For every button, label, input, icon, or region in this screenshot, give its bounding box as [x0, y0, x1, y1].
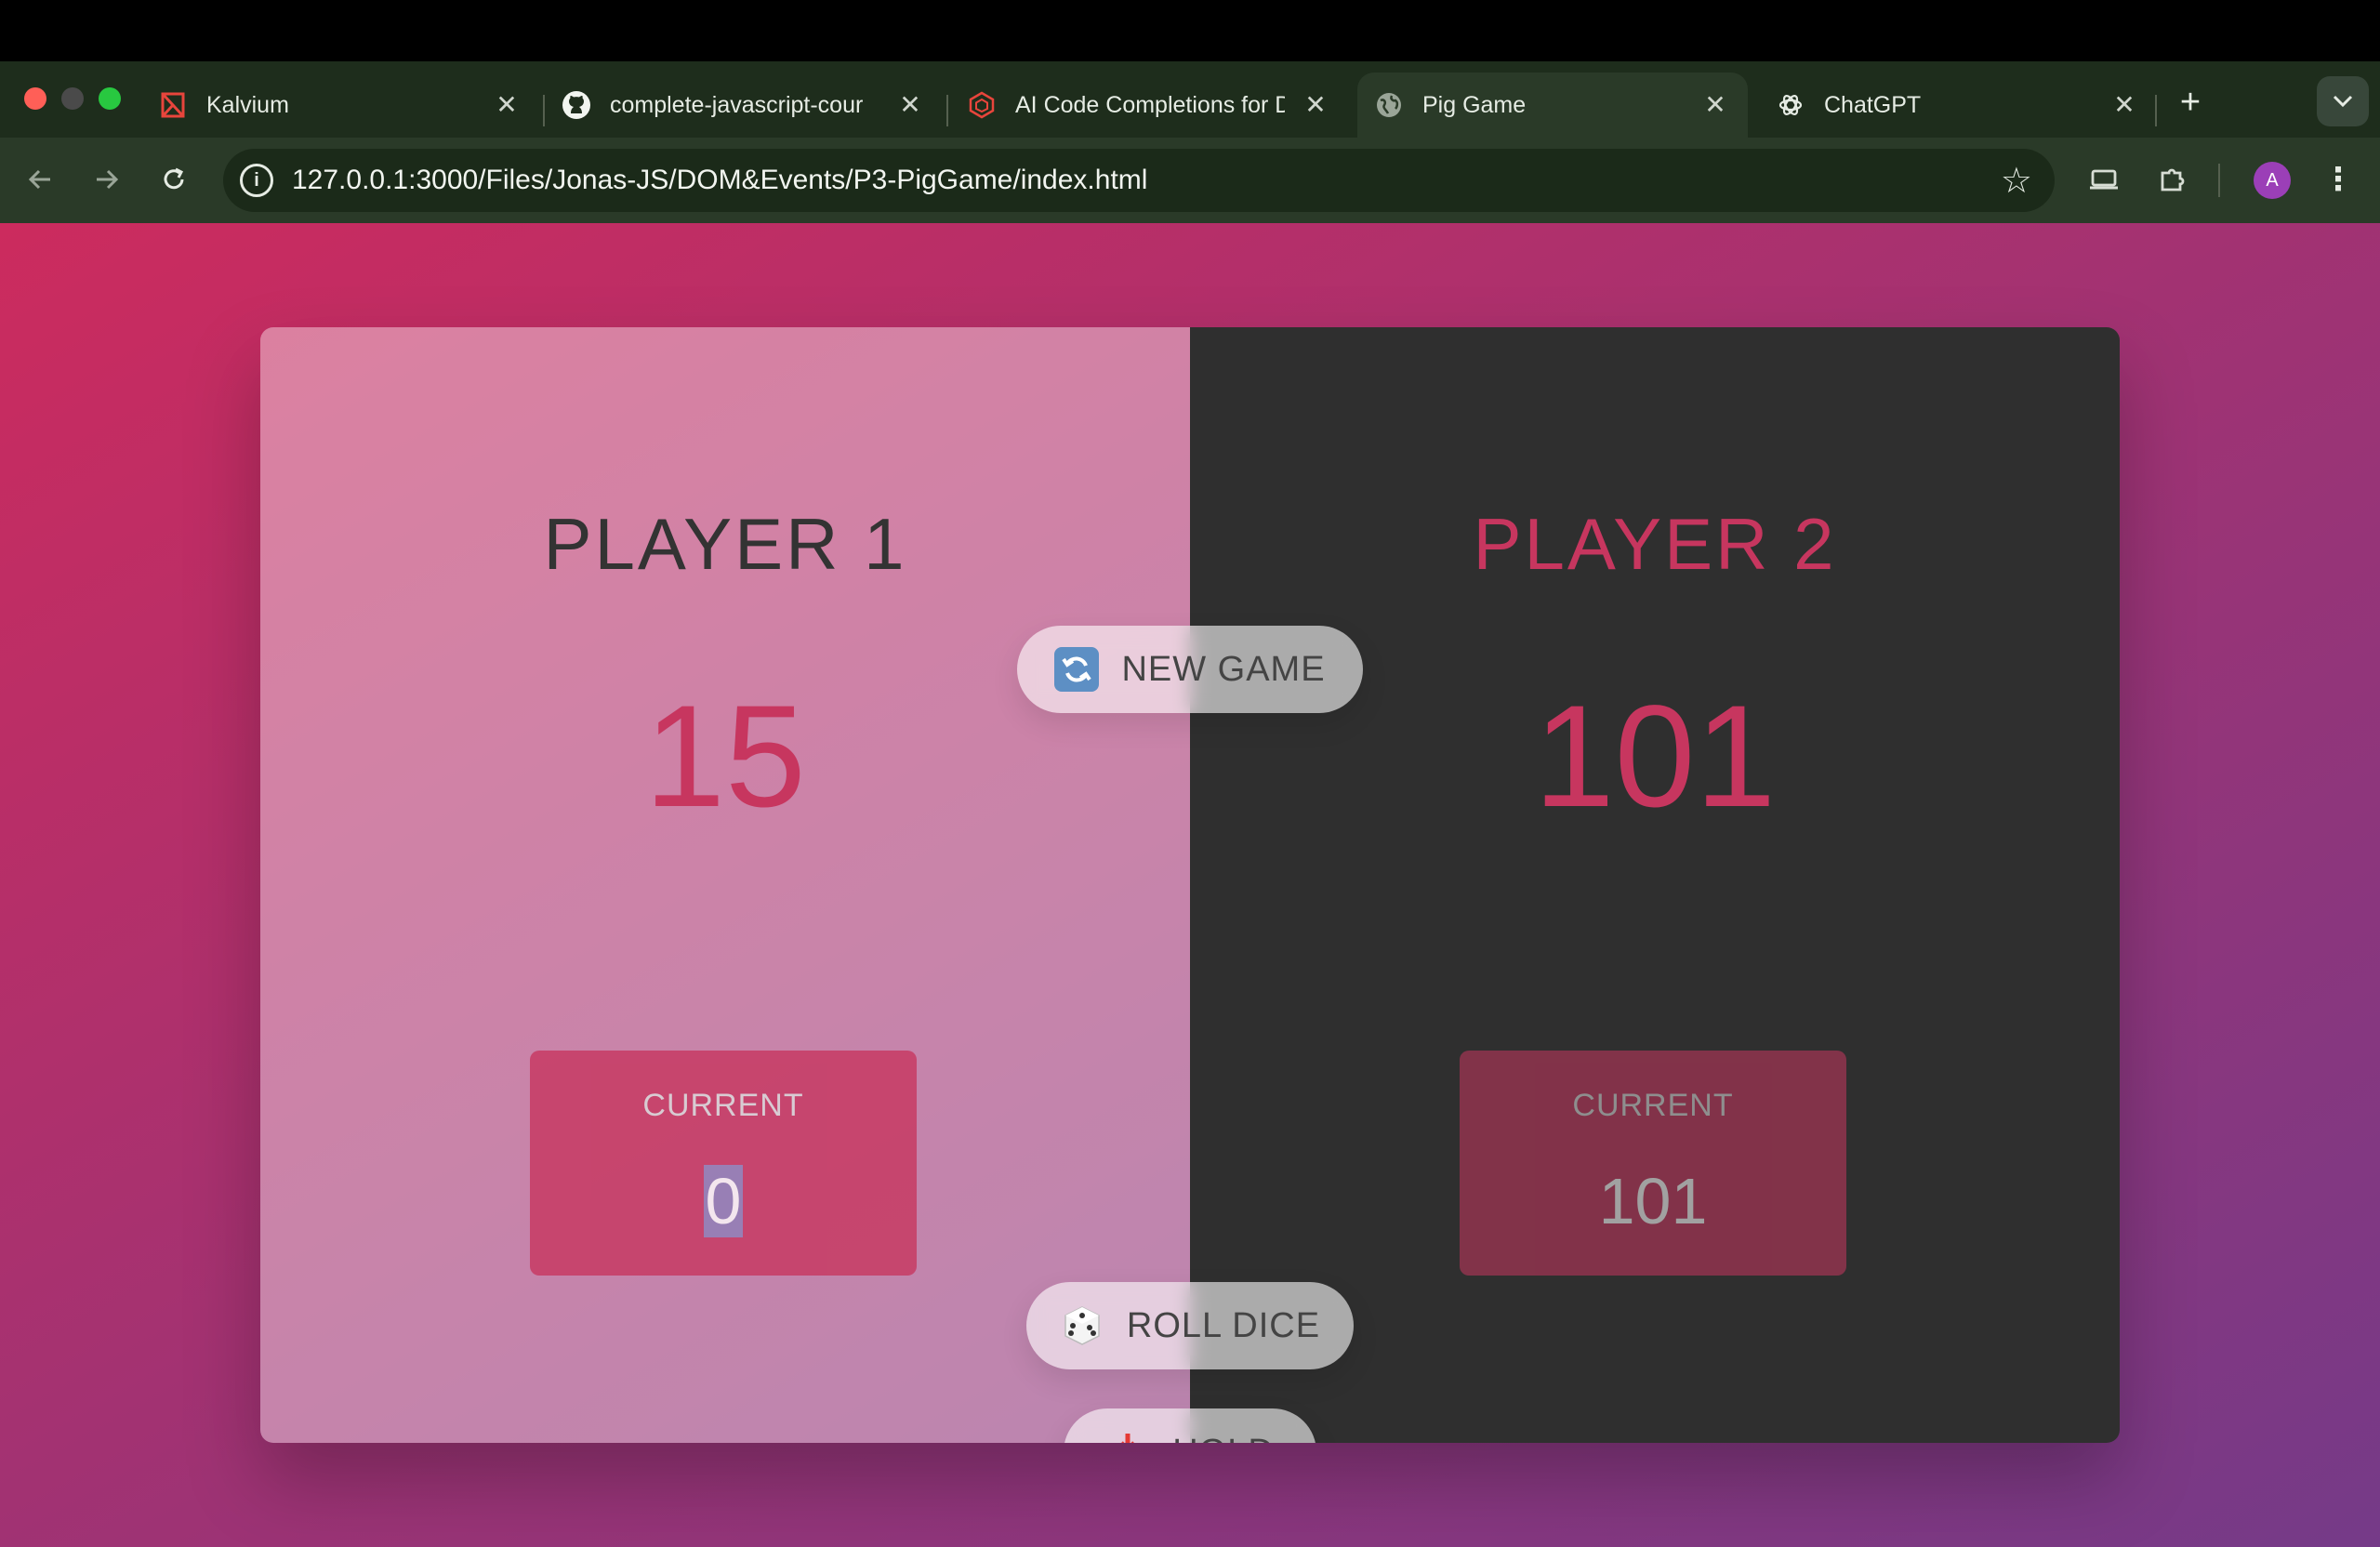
minimize-window-button[interactable]	[61, 87, 84, 110]
player-2-panel: PLAYER 2 101 CURRENT 101	[1190, 327, 2120, 1443]
tab-codeium[interactable]: AI Code Completions for D ✕	[967, 73, 1348, 138]
tab-pig-game[interactable]: Pig Game ✕	[1357, 73, 1748, 138]
close-icon[interactable]: ✕	[1302, 91, 1329, 119]
tab-kalvium[interactable]: Kalvium ✕	[158, 73, 539, 138]
tab-search-button[interactable]	[2317, 76, 2369, 126]
roll-dice-button[interactable]: ROLL DICE	[1026, 1282, 1354, 1369]
player-1-score: 15	[644, 675, 806, 838]
cast-icon[interactable]	[2082, 158, 2125, 201]
tab-strip: Kalvium ✕ complete-javascript-cour ✕ AI …	[0, 61, 2380, 138]
player-2-name: PLAYER 2	[1473, 503, 1837, 585]
current-label: CURRENT	[1572, 1088, 1734, 1123]
selected-text: 0	[703, 1165, 744, 1237]
arrow-right-icon	[97, 169, 119, 190]
tab-chatgpt[interactable]: ChatGPT ✕	[1776, 73, 2157, 138]
tab-title: Kalvium	[206, 91, 289, 118]
browser-toolbar: i 127.0.0.1:3000/Files/Jonas-JS/DOM&Even…	[0, 138, 2380, 223]
tab-divider	[2155, 95, 2157, 126]
roll-dice-label: ROLL DICE	[1126, 1305, 1321, 1345]
tab-title: AI Code Completions for D	[1015, 91, 1285, 118]
site-info-icon[interactable]: i	[240, 164, 273, 197]
refresh-icon	[1054, 647, 1100, 692]
macos-menu-bar	[0, 0, 2380, 61]
current-label: CURRENT	[642, 1088, 804, 1123]
reload-button[interactable]	[152, 158, 195, 201]
maximize-window-button[interactable]	[99, 87, 121, 110]
codeium-icon	[967, 90, 997, 120]
close-window-button[interactable]	[24, 87, 46, 110]
hold-button[interactable]: HOLD	[1064, 1408, 1316, 1443]
tab-github[interactable]: complete-javascript-cour ✕	[562, 73, 943, 138]
new-game-label: NEW GAME	[1121, 649, 1326, 689]
back-button[interactable]	[19, 158, 61, 201]
tab-divider	[543, 95, 545, 126]
close-icon[interactable]: ✕	[493, 91, 521, 119]
globe-icon	[1374, 90, 1404, 120]
browser-chrome: Kalvium ✕ complete-javascript-cour ✕ AI …	[0, 61, 2380, 223]
tab-title: complete-javascript-cour	[610, 91, 864, 118]
close-icon[interactable]: ✕	[2110, 91, 2138, 119]
extensions-icon[interactable]	[2151, 158, 2194, 201]
new-game-button[interactable]: NEW GAME	[1017, 626, 1363, 713]
url-text[interactable]: 127.0.0.1:3000/Files/Jonas-JS/DOM&Events…	[292, 165, 1147, 196]
page-viewport: PLAYER 1 15 CURRENT 0 PLAYER 2 101 CURRE…	[0, 223, 2380, 1547]
reload-icon	[164, 167, 184, 190]
hold-label: HOLD	[1172, 1433, 1275, 1444]
pig-game-board: PLAYER 1 15 CURRENT 0 PLAYER 2 101 CURRE…	[260, 327, 2120, 1443]
more-menu-icon[interactable]: ⋮	[2322, 158, 2354, 201]
close-icon[interactable]: ✕	[1701, 91, 1729, 119]
player-2-score: 101	[1533, 675, 1777, 838]
dice-icon	[1060, 1303, 1104, 1348]
chatgpt-icon	[1776, 90, 1805, 120]
kalvium-icon	[158, 90, 188, 120]
player-2-current-score: 101	[1598, 1165, 1708, 1237]
bookmark-star-icon[interactable]: ☆	[2001, 160, 2032, 202]
player-1-current-score: 0	[703, 1165, 744, 1237]
avatar[interactable]: A	[2254, 162, 2291, 199]
tab-title: Pig Game	[1422, 91, 1527, 118]
address-bar[interactable]: i 127.0.0.1:3000/Files/Jonas-JS/DOM&Even…	[223, 149, 2055, 212]
close-icon[interactable]: ✕	[896, 91, 924, 119]
player-1-name: PLAYER 1	[543, 503, 907, 585]
forward-button[interactable]	[86, 158, 128, 201]
toolbar-divider	[2218, 164, 2220, 197]
player-1-current-box: CURRENT 0	[530, 1051, 917, 1276]
chevron-down-icon	[2333, 95, 2353, 108]
new-tab-button[interactable]: +	[2174, 85, 2207, 121]
player-2-current-box: CURRENT 101	[1460, 1051, 1846, 1276]
tab-divider	[946, 95, 948, 126]
tab-title: ChatGPT	[1824, 91, 1922, 118]
inbox-tray-icon	[1105, 1430, 1150, 1443]
player-1-panel: PLAYER 1 15 CURRENT 0	[260, 327, 1190, 1443]
arrow-left-icon	[28, 169, 50, 190]
github-icon	[562, 90, 591, 120]
